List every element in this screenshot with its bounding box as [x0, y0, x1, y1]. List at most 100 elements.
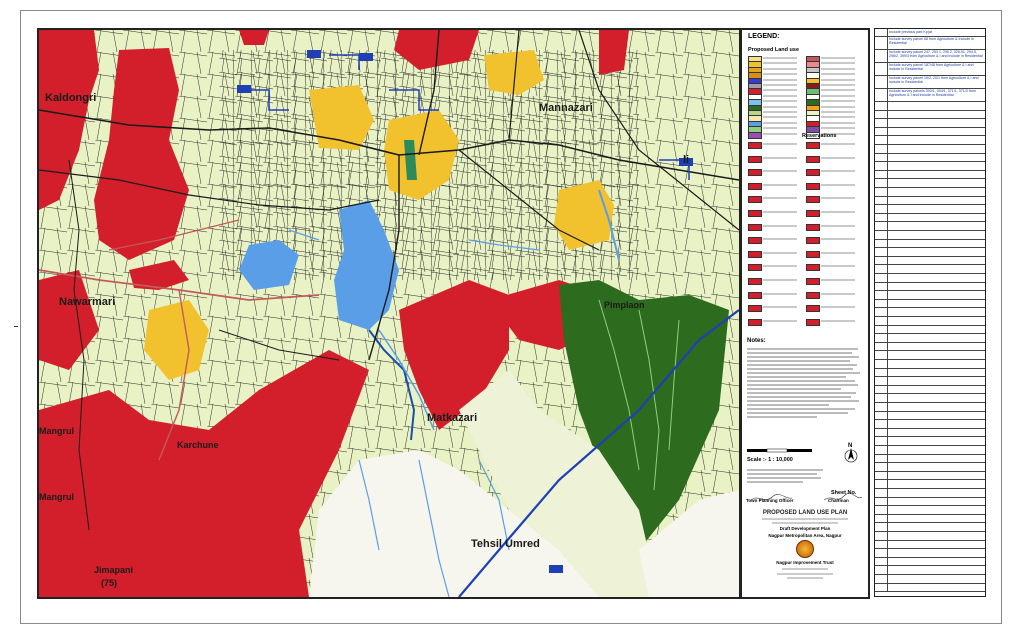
- modification-text: Include survey parcel 19/2, 20/1 from Ag…: [889, 76, 979, 84]
- reservation-swatch: [748, 237, 762, 245]
- legend-swatch-text: [763, 94, 797, 97]
- legend-swatch-text: [821, 100, 855, 103]
- reservation-swatch-text: [763, 224, 797, 227]
- legend-swatch-text: [821, 105, 855, 108]
- reservation-swatch-text: [821, 156, 855, 159]
- north-label: N: [848, 443, 853, 449]
- reservation-swatch: [748, 250, 762, 258]
- reservation-swatch-text: [763, 319, 797, 322]
- trust-name: Nagpur Improvement Trust: [776, 560, 834, 565]
- modification-row: Include survey parcel 68 from Agricultur…: [875, 36, 985, 50]
- reservation-swatch: [748, 155, 762, 163]
- reservation-swatch: [748, 305, 762, 313]
- town-planning-officer: Town Planning Officer: [746, 498, 794, 503]
- place-jimapani-number: (75): [101, 578, 118, 588]
- legend-swatch-text: [763, 89, 797, 92]
- reservation-swatch: [748, 196, 762, 204]
- place-kaldongri: Kaldongri: [45, 92, 97, 104]
- reservation-swatch: [806, 142, 820, 149]
- plan-title: PROPOSED LAND USE PLAN: [762, 510, 848, 516]
- reservation-swatch: [748, 182, 762, 190]
- reservation-swatch: [748, 210, 762, 217]
- reservation-swatch-text: [763, 251, 797, 254]
- reservation-swatch: [806, 169, 820, 177]
- notes-text-block: [747, 346, 864, 446]
- reservation-swatch: [806, 278, 820, 285]
- modification-row: Include survey parcel 19/2, 20/1 from Ag…: [875, 75, 985, 89]
- reservation-swatch: [748, 169, 762, 177]
- modification-row: Include survey parcels 300/1, 304/1, 371…: [875, 88, 985, 102]
- legend-swatch-text: [821, 78, 855, 81]
- legend-swatch-text: [763, 111, 797, 113]
- reservation-swatch: [806, 237, 820, 245]
- place-mangrul-1: Mangrul: [39, 426, 74, 436]
- place-mangrul-2: Mangrul: [39, 492, 74, 502]
- modifications-table: Include previous part Kp(at Include surve…: [874, 28, 986, 597]
- legend-proposed-land-use: Proposed Land use: [748, 47, 800, 53]
- reservation-swatch-text: [821, 265, 855, 268]
- reservation-swatch: [806, 291, 820, 299]
- modification-text: Include previous part Kp(at: [889, 30, 932, 34]
- place-jimapani: Jimapani: [94, 565, 134, 575]
- scale-label: Scale :- 1 : 10,000: [747, 457, 793, 463]
- reservation-swatch-text: [821, 251, 855, 254]
- place-matkazari: Matkazari: [427, 412, 478, 424]
- legend-swatch-text: [821, 73, 855, 76]
- legend-swatch-text: [763, 57, 797, 59]
- reservation-swatch-text: [763, 306, 797, 309]
- legend-swatch-text: [763, 105, 797, 108]
- legend-swatch-text: [821, 67, 855, 70]
- legend-swatch-text: [821, 94, 855, 97]
- place-li: li: [683, 154, 690, 166]
- reservation-swatch-text: [763, 211, 797, 213]
- reservation-swatch: [806, 250, 820, 258]
- reservation-swatch-text: [763, 183, 797, 186]
- modification-row: Include survey parcel 187/48 from Agricu…: [875, 62, 985, 76]
- modification-text: Include survey parcel 187/48 from Agricu…: [889, 63, 974, 71]
- map-graphic: [39, 30, 739, 597]
- reservation-swatch-text: [821, 279, 855, 281]
- reservation-swatch-text: [763, 143, 797, 145]
- reservation-swatch: [806, 210, 820, 217]
- reservation-swatch-text: [821, 183, 855, 186]
- reservation-swatch: [748, 264, 762, 272]
- nit-emblem-icon: [796, 540, 814, 558]
- legend-title: LEGEND:: [748, 33, 780, 40]
- reservation-swatch: [748, 223, 762, 231]
- reservation-swatch-text: [821, 238, 855, 241]
- notes-title: Notes:: [747, 338, 766, 344]
- sheet-edge-tick: [14, 326, 18, 327]
- legend-reservations: Reservations: [802, 133, 837, 139]
- legend-swatch-text: [763, 121, 797, 124]
- reservation-swatch-text: [821, 170, 855, 173]
- plan-subtitle: Draft Development Plan: [779, 526, 831, 531]
- empty-table-row: [875, 582, 985, 593]
- scale-block: Scale :- 1 : 10,000 N Sheet No.: [747, 443, 863, 496]
- reservation-swatch-text: [763, 197, 797, 200]
- reservation-swatch-text: [821, 197, 855, 200]
- title-block: PROPOSED LAND USE PLAN Draft Development…: [742, 510, 868, 581]
- place-tehsil-umred: Tehsil Umred: [471, 538, 540, 550]
- reservation-swatch-text: [763, 292, 797, 295]
- chairman: Chairman: [828, 498, 849, 503]
- reservation-swatch: [748, 142, 762, 149]
- legend-swatch-text: [821, 89, 855, 92]
- place-pimplaon: Pimplaon: [604, 300, 645, 310]
- reservation-swatch: [806, 196, 820, 204]
- reservation-swatch: [748, 278, 762, 285]
- reservation-swatch-text: [763, 156, 797, 159]
- reservation-swatch-text: [821, 306, 855, 309]
- scale-bar: [747, 448, 812, 453]
- reservation-swatch-text: [821, 211, 855, 213]
- legend-swatch-text: [763, 132, 797, 135]
- legend-swatch-text: [821, 111, 855, 113]
- legend-swatch-text: [763, 100, 797, 103]
- legend-swatch-text: [763, 84, 797, 86]
- modification-text: Include survey parcel 247, 253.1, 290.2,…: [889, 50, 983, 58]
- reservation-swatch: [806, 305, 820, 313]
- legend-swatch-text: [821, 121, 855, 124]
- modification-text: Include survey parcels 300/1, 304/1, 371…: [889, 89, 976, 97]
- legend-swatch-text: [821, 84, 855, 86]
- land-use-map[interactable]: Kaldongri Mannazari li Nawarmari Pimplao…: [37, 28, 741, 599]
- modification-text: Include survey parcel 68 from Agricultur…: [889, 37, 974, 45]
